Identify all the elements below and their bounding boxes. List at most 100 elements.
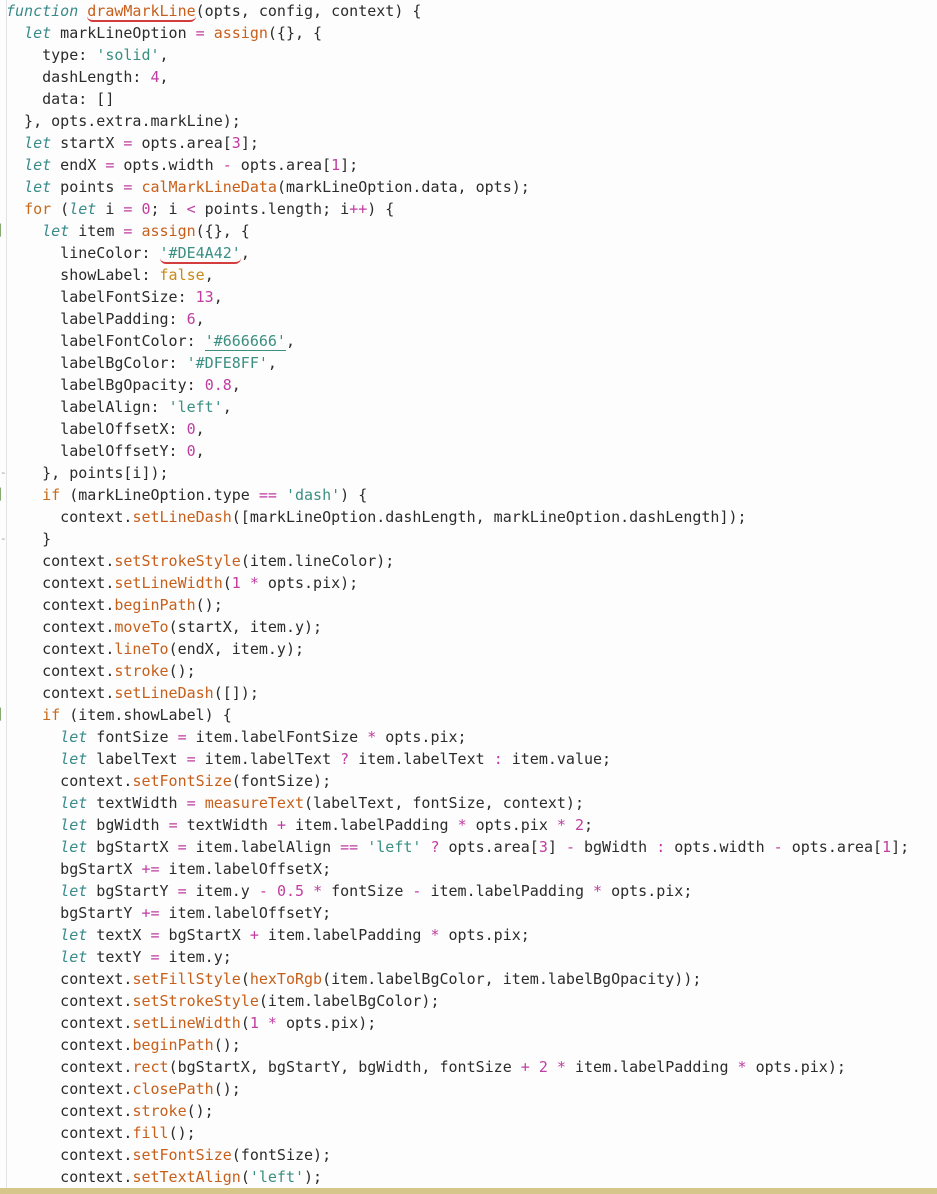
code-line[interactable]: labelFontColor: '#666666',: [0, 330, 937, 352]
code-line[interactable]: context.rect(bgStartX, bgStartY, bgWidth…: [0, 1056, 937, 1078]
code-token: ,: [231, 376, 241, 394]
code-line[interactable]: for (let i = 0; i < points.length; i++) …: [0, 198, 937, 220]
code-line[interactable]: }, opts.extra.markLine);: [0, 110, 937, 132]
code-line[interactable]: lineColor: '#DE4A42',: [0, 242, 937, 264]
code-line[interactable]: labelAlign: 'left',: [0, 396, 937, 418]
code-token: opts.pix);: [258, 574, 359, 592]
code-line[interactable]: context.beginPath();: [0, 594, 937, 616]
code-line[interactable]: let textX = bgStartX + item.labelPadding…: [0, 924, 937, 946]
code-token: ();: [168, 662, 196, 680]
code-token: bgStartX: [6, 860, 142, 878]
code-line[interactable]: let bgStartX = item.labelAlign == 'left'…: [0, 836, 937, 858]
code-line[interactable]: context.lineTo(endX, item.y);: [0, 638, 937, 660]
code-token: if: [42, 486, 61, 504]
code-line[interactable]: context.closePath();: [0, 1078, 937, 1100]
code-token: *: [556, 1058, 566, 1076]
code-line[interactable]: let textWidth = measureText(labelText, f…: [0, 792, 937, 814]
code-token: (item.labelBgColor);: [258, 992, 440, 1010]
code-token: -: [258, 882, 268, 900]
code-line[interactable]: let startX = opts.area[3];: [0, 132, 937, 154]
code-line[interactable]: context.moveTo(startX, item.y);: [0, 616, 937, 638]
code-editor[interactable]: function drawMarkLine(opts, config, cont…: [0, 0, 937, 1188]
code-line[interactable]: labelPadding: 6,: [0, 308, 937, 330]
code-line[interactable]: let bgStartY = item.y - 0.5 * fontSize -…: [0, 880, 937, 902]
code-line[interactable]: context.setLineDash([]);: [0, 682, 937, 704]
code-line[interactable]: - }: [0, 528, 937, 550]
code-token: *: [267, 1014, 277, 1032]
code-token: 0.8: [204, 376, 232, 394]
code-line[interactable]: context.setLineWidth(1 * opts.pix);: [0, 1012, 937, 1034]
code-line[interactable]: function drawMarkLine(opts, config, cont…: [0, 0, 937, 22]
code-token: }, points[i]);: [6, 464, 169, 482]
code-line[interactable]: context.setFontSize(fontSize);: [0, 770, 937, 792]
code-line[interactable]: data: []: [0, 88, 937, 110]
code-line[interactable]: context.setLineDash([markLineOption.dash…: [0, 506, 937, 528]
code-token: labelBgOpacity:: [6, 376, 205, 394]
code-line[interactable]: let textY = item.y;: [0, 946, 937, 968]
fold-marker-icon[interactable]: ▏: [0, 704, 7, 726]
code-line[interactable]: context.stroke();: [0, 1100, 937, 1122]
code-token: ,: [222, 398, 232, 416]
code-line[interactable]: let bgWidth = textWidth + item.labelPadd…: [0, 814, 937, 836]
code-line[interactable]: ▏ if (item.showLabel) {: [0, 704, 937, 726]
code-token: :: [656, 838, 666, 856]
code-line[interactable]: ▏ if (markLineOption.type == 'dash') {: [0, 484, 937, 506]
code-token: 6: [186, 310, 196, 328]
code-token: ,: [204, 266, 214, 284]
code-line[interactable]: context.beginPath();: [0, 1034, 937, 1056]
code-token: item.labelFontSize: [186, 728, 368, 746]
code-line[interactable]: context.setFillStyle(hexToRgb(item.label…: [0, 968, 937, 990]
code-line[interactable]: context.setTextAlign('left');: [0, 1166, 937, 1188]
code-line[interactable]: context.fill();: [0, 1122, 937, 1144]
code-line[interactable]: labelOffsetX: 0,: [0, 418, 937, 440]
code-line[interactable]: showLabel: false,: [0, 264, 937, 286]
code-token: labelBgColor:: [6, 354, 187, 372]
code-line[interactable]: labelFontSize: 13,: [0, 286, 937, 308]
code-token: =: [195, 24, 205, 42]
code-token: 'dash': [285, 486, 341, 504]
code-line[interactable]: context.stroke();: [0, 660, 937, 682]
code-line[interactable]: context.setStrokeStyle(item.lineColor);: [0, 550, 937, 572]
code-line[interactable]: labelBgOpacity: 0.8,: [0, 374, 937, 396]
code-line[interactable]: bgStartX += item.labelOffsetX;: [0, 858, 937, 880]
code-line[interactable]: let labelText = item.labelText ? item.la…: [0, 748, 937, 770]
code-token: let: [24, 178, 52, 196]
code-line[interactable]: bgStartY += item.labelOffsetY;: [0, 902, 937, 924]
fold-marker-icon[interactable]: ▏: [0, 484, 7, 506]
code-area[interactable]: function drawMarkLine(opts, config, cont…: [0, 0, 937, 1188]
code-line[interactable]: let markLineOption = assign({}, {: [0, 22, 937, 44]
code-token: +: [520, 1058, 530, 1076]
code-token: let: [60, 948, 88, 966]
code-token: context.: [6, 552, 115, 570]
code-token: bgStartY: [6, 904, 142, 922]
code-line[interactable]: context.setStrokeStyle(item.labelBgColor…: [0, 990, 937, 1012]
code-line[interactable]: let fontSize = item.labelFontSize * opts…: [0, 726, 937, 748]
code-token: ; i: [150, 200, 187, 218]
code-line[interactable]: dashLength: 4,: [0, 66, 937, 88]
code-token: item.labelOffsetY;: [159, 904, 332, 922]
code-token: opts.pix);: [746, 1058, 846, 1076]
code-line[interactable]: ▏ let item = assign({}, {: [0, 220, 937, 242]
code-token: '#DFE8FF': [186, 354, 268, 372]
code-line[interactable]: let points = calMarkLineData(markLineOpt…: [0, 176, 937, 198]
horizontal-scrollbar[interactable]: [0, 1188, 937, 1194]
code-line[interactable]: labelOffsetY: 0,: [0, 440, 937, 462]
code-line[interactable]: let endX = opts.width - opts.area[1];: [0, 154, 937, 176]
code-token: 3: [231, 134, 241, 152]
code-line[interactable]: - }, points[i]);: [0, 462, 937, 484]
code-line[interactable]: context.setLineWidth(1 * opts.pix);: [0, 572, 937, 594]
code-line[interactable]: type: 'solid',: [0, 44, 937, 66]
code-token: let: [24, 134, 52, 152]
code-line[interactable]: context.setFontSize(fontSize);: [0, 1144, 937, 1166]
fold-marker-icon[interactable]: ▏: [0, 220, 7, 242]
code-line[interactable]: labelBgColor: '#DFE8FF',: [0, 352, 937, 374]
